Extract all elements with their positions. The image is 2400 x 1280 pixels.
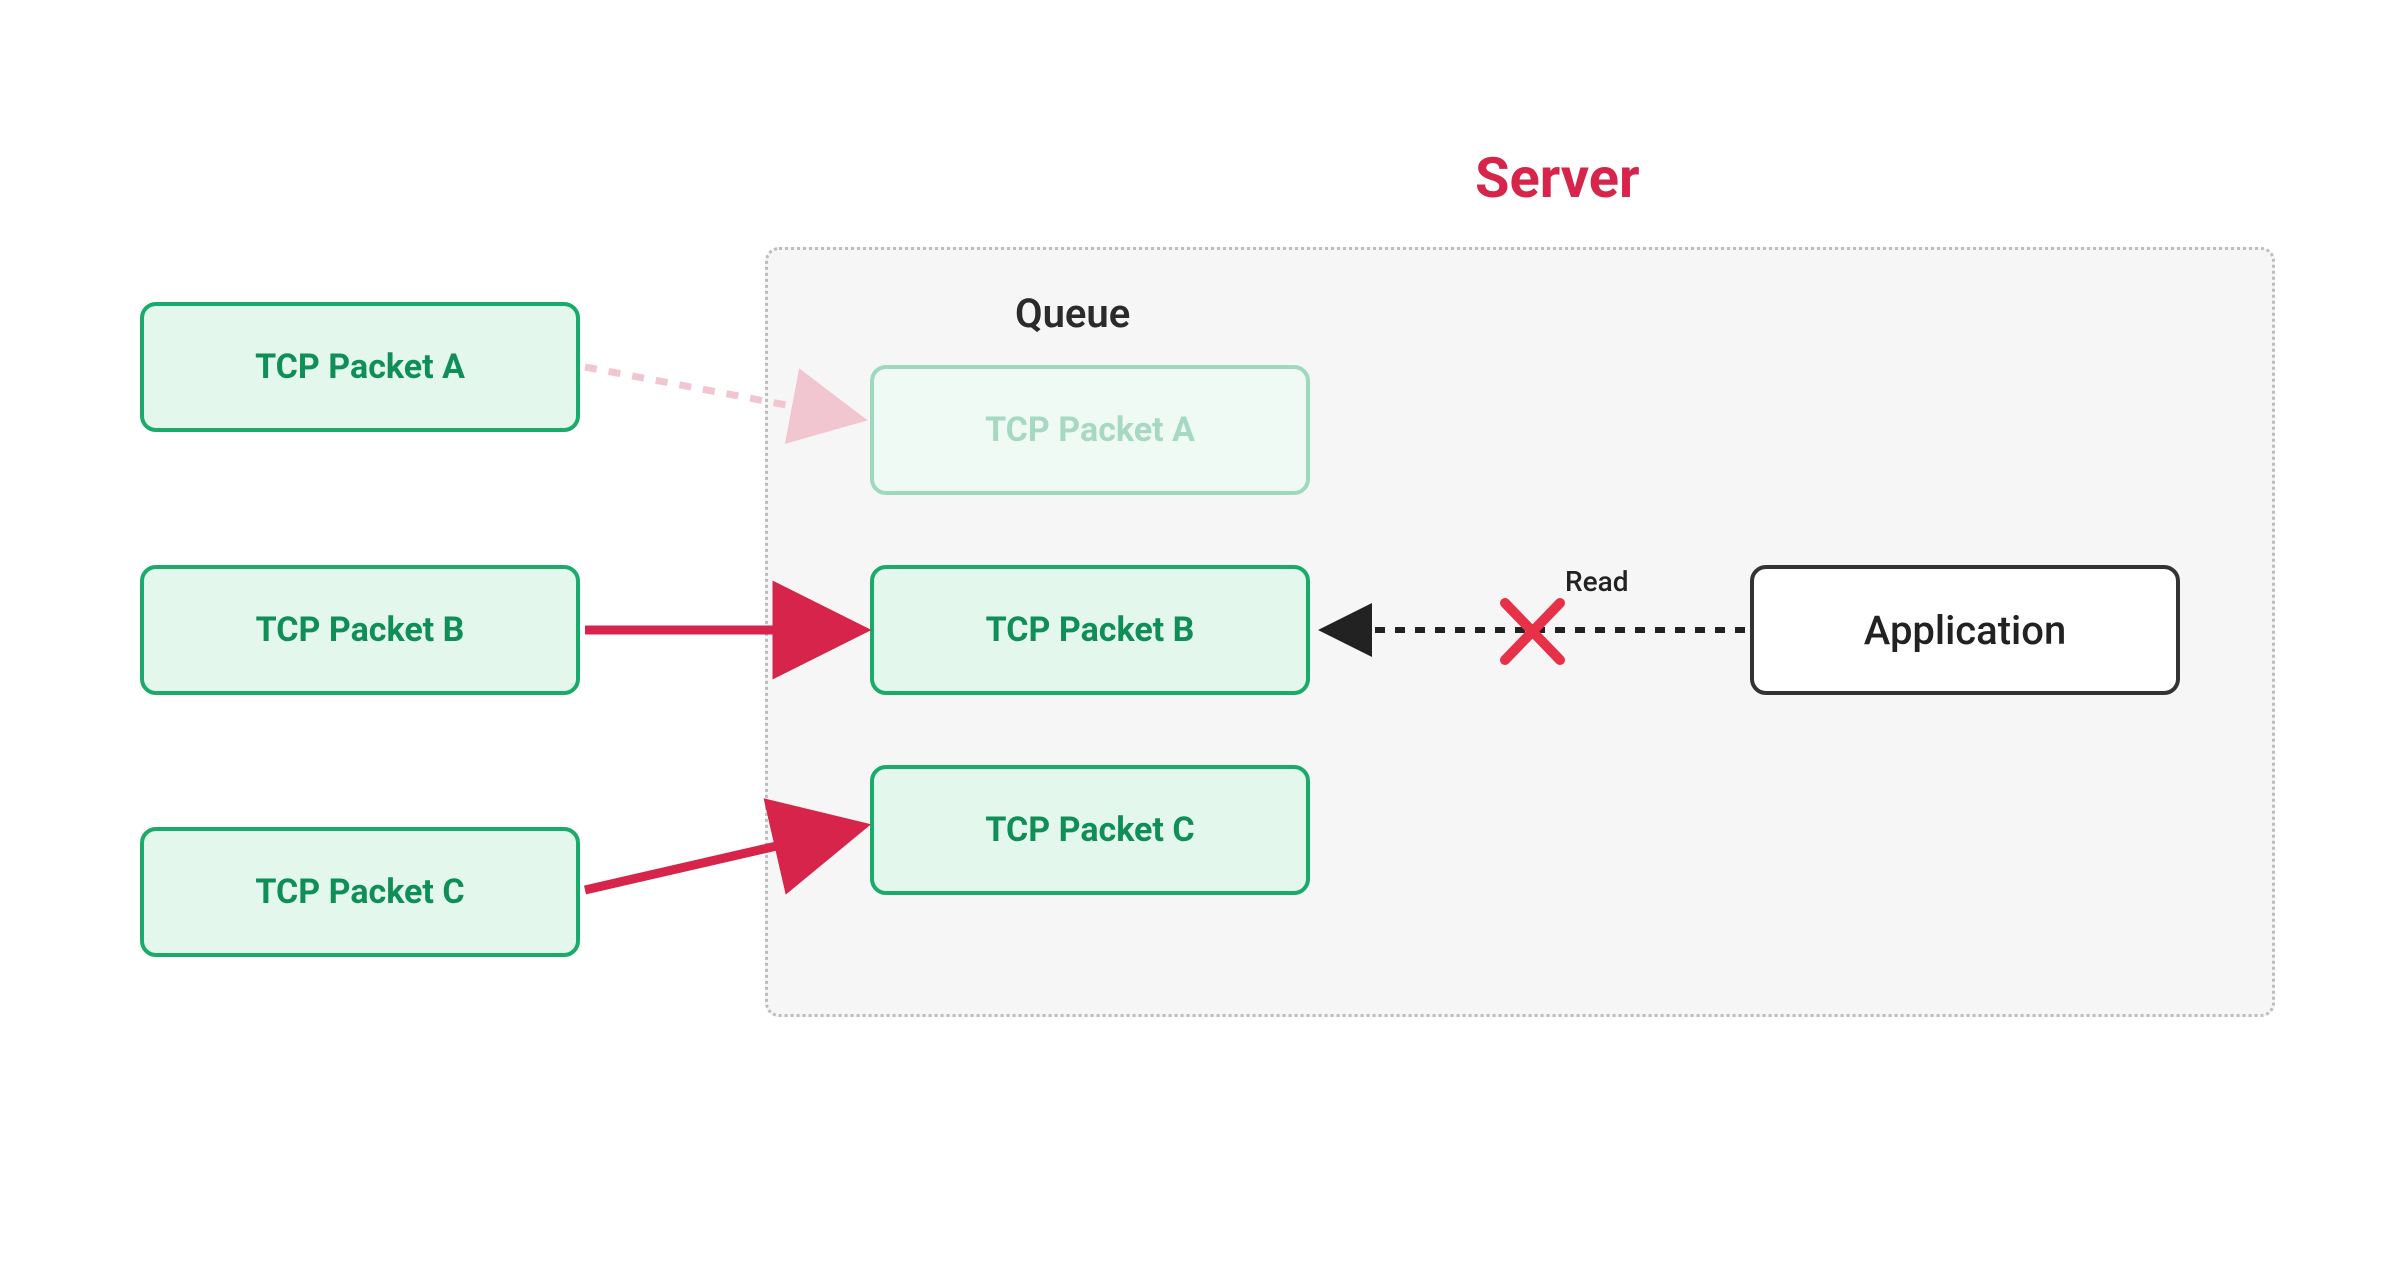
application-box: Application [1750,565,2180,695]
queue-packet-a: TCP Packet A [870,365,1310,495]
queue-packet-a-label: TCP Packet A [985,410,1195,450]
server-title: Server [1475,145,1639,211]
diagram-canvas: Server Queue TCP Packet A TCP Packet B T… [0,0,2400,1280]
source-packet-c-label: TCP Packet C [255,872,464,912]
queue-packet-c-label: TCP Packet C [985,810,1194,850]
queue-label: Queue [1015,290,1130,337]
source-packet-a: TCP Packet A [140,302,580,432]
source-packet-c: TCP Packet C [140,827,580,957]
application-label: Application [1864,607,2066,654]
queue-packet-b: TCP Packet B [870,565,1310,695]
queue-packet-b-label: TCP Packet B [986,610,1195,650]
source-packet-a-label: TCP Packet A [255,347,465,387]
source-packet-b: TCP Packet B [140,565,580,695]
queue-packet-c: TCP Packet C [870,765,1310,895]
read-label: Read [1565,565,1629,598]
source-packet-b-label: TCP Packet B [256,610,465,650]
